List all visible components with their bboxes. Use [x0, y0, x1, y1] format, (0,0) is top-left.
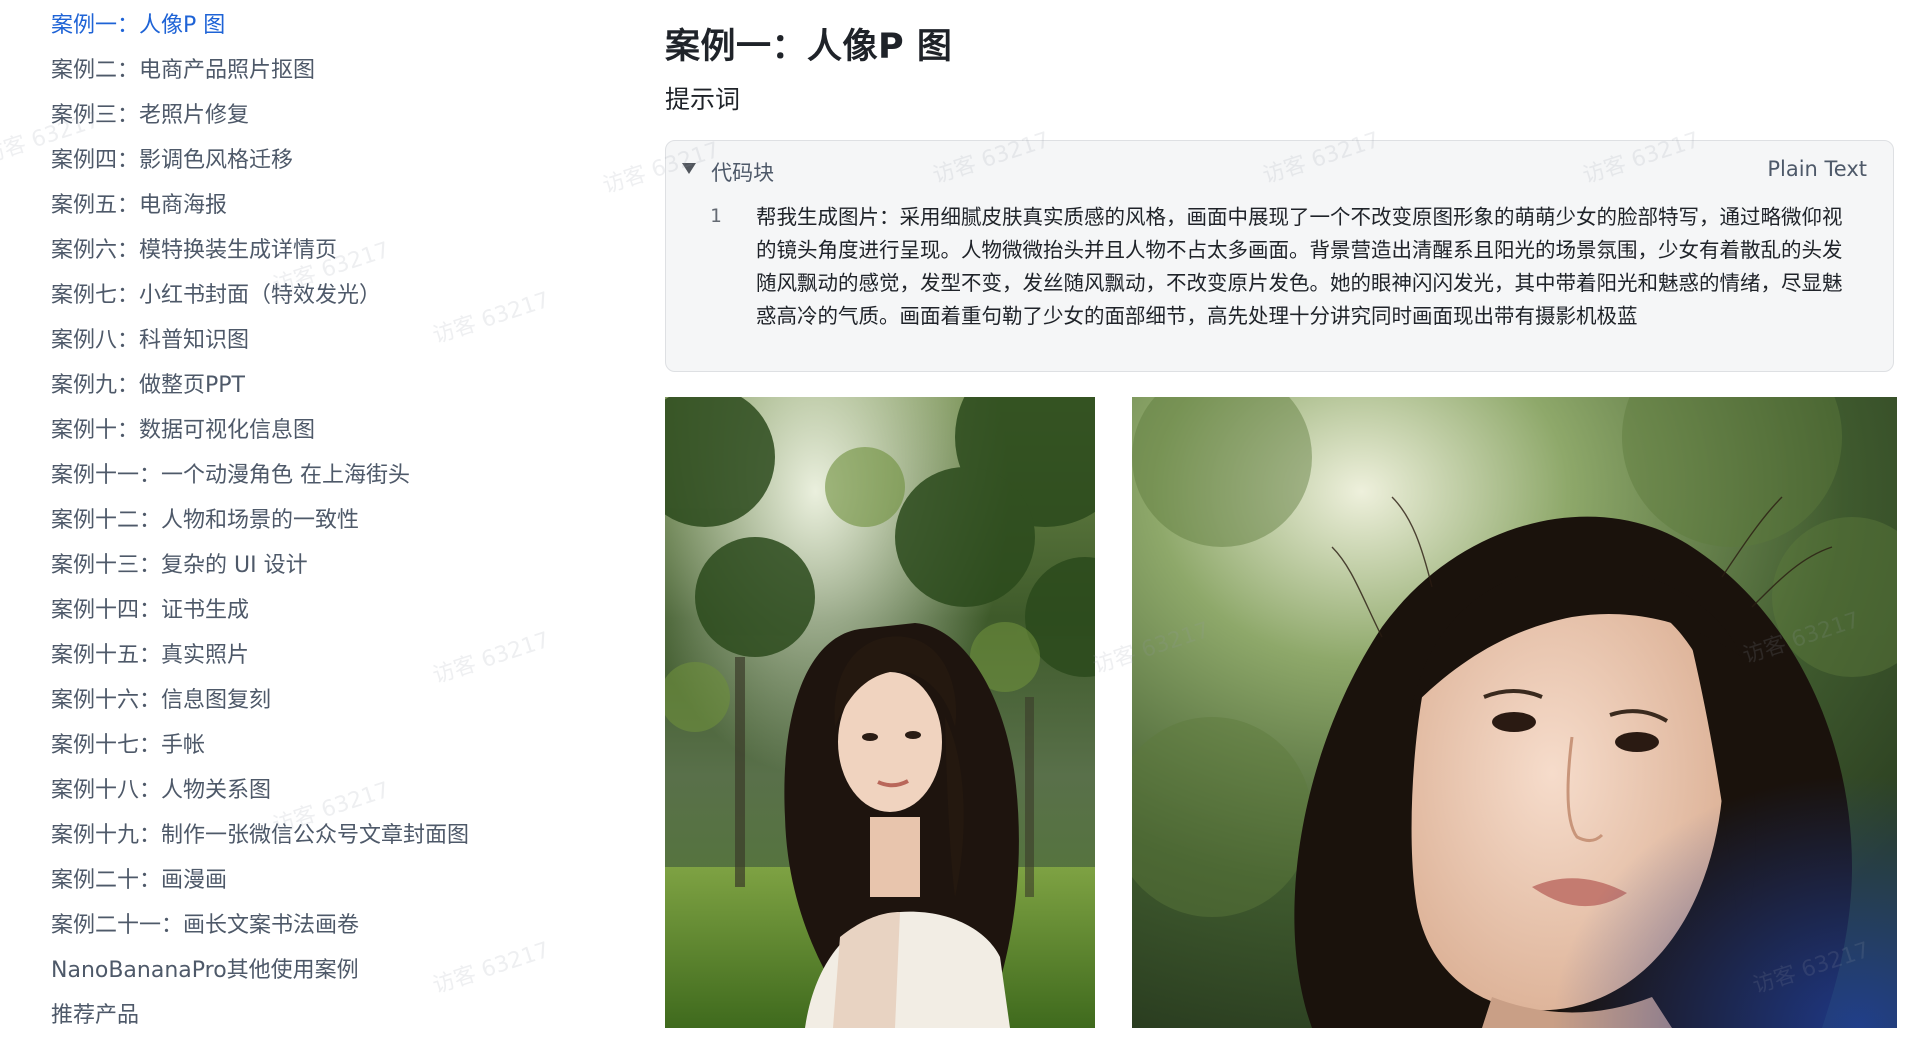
toc-item-case-14[interactable]: 案例十四：证书生成 — [51, 592, 469, 637]
toc-item-case-17[interactable]: 案例十七：手帐 — [51, 727, 469, 772]
main-content: 案例一：人像P 图 提示词 代码块 Plain Text 1 帮我生成图片：采用… — [665, 0, 1922, 1028]
original-portrait-image — [665, 397, 1095, 1028]
toc-item-case-21[interactable]: 案例二十一：画长文案书法画卷 — [51, 907, 469, 952]
generated-portrait-image — [1132, 397, 1897, 1028]
table-of-contents: 案例一：人像P 图 案例二：电商产品照片抠图 案例三：老照片修复 案例四：影调色… — [0, 0, 640, 1028]
toc-item-case-1[interactable]: 案例一：人像P 图 — [51, 7, 469, 52]
toc-item-case-15[interactable]: 案例十五：真实照片 — [51, 637, 469, 682]
toc-list: 案例一：人像P 图 案例二：电商产品照片抠图 案例三：老照片修复 案例四：影调色… — [51, 7, 469, 1042]
collapse-triangle-icon[interactable] — [682, 162, 696, 174]
toc-item-case-2[interactable]: 案例二：电商产品照片抠图 — [51, 52, 469, 97]
toc-item-case-16[interactable]: 案例十六：信息图复刻 — [51, 682, 469, 727]
toc-item-case-12[interactable]: 案例十二：人物和场景的一致性 — [51, 502, 469, 547]
toc-item-case-10[interactable]: 案例十：数据可视化信息图 — [51, 412, 469, 457]
code-block-title: 代码块 — [711, 161, 775, 185]
toc-item-case-13[interactable]: 案例十三：复杂的 UI 设计 — [51, 547, 469, 592]
toc-item-case-4[interactable]: 案例四：影调色风格迁移 — [51, 142, 469, 187]
toc-item-case-9[interactable]: 案例九：做整页PPT — [51, 367, 469, 412]
code-block-header: 代码块 Plain Text — [682, 157, 1867, 187]
toc-item-case-7[interactable]: 案例七：小红书封面（特效发光） — [51, 277, 469, 322]
toc-item-other-cases[interactable]: NanoBananaPro其他使用案例 — [51, 952, 469, 997]
code-block: 代码块 Plain Text 1 帮我生成图片：采用细腻皮肤真实质感的风格，画面… — [665, 140, 1894, 372]
line-number: 1 — [710, 205, 722, 227]
toc-item-case-19[interactable]: 案例十九：制作一张微信公众号文章封面图 — [51, 817, 469, 862]
page-title: 案例一：人像P 图 — [665, 27, 953, 67]
toc-item-case-11[interactable]: 案例十一：一个动漫角色 在上海街头 — [51, 457, 469, 502]
toc-item-case-20[interactable]: 案例二十：画漫画 — [51, 862, 469, 907]
toc-item-case-6[interactable]: 案例六：模特换装生成详情页 — [51, 232, 469, 277]
code-language-label[interactable]: Plain Text — [1767, 157, 1867, 181]
toc-item-case-8[interactable]: 案例八：科普知识图 — [51, 322, 469, 367]
toc-item-recommended-products[interactable]: 推荐产品 — [51, 997, 469, 1042]
prompt-heading: 提示词 — [665, 85, 741, 114]
toc-item-case-18[interactable]: 案例十八：人物关系图 — [51, 772, 469, 817]
toc-item-case-3[interactable]: 案例三：老照片修复 — [51, 97, 469, 142]
prompt-text: 帮我生成图片：采用细腻皮肤真实质感的风格，画面中展现了一个不改变原图形象的萌萌少… — [756, 205, 1843, 328]
toc-item-case-5[interactable]: 案例五：电商海报 — [51, 187, 469, 232]
